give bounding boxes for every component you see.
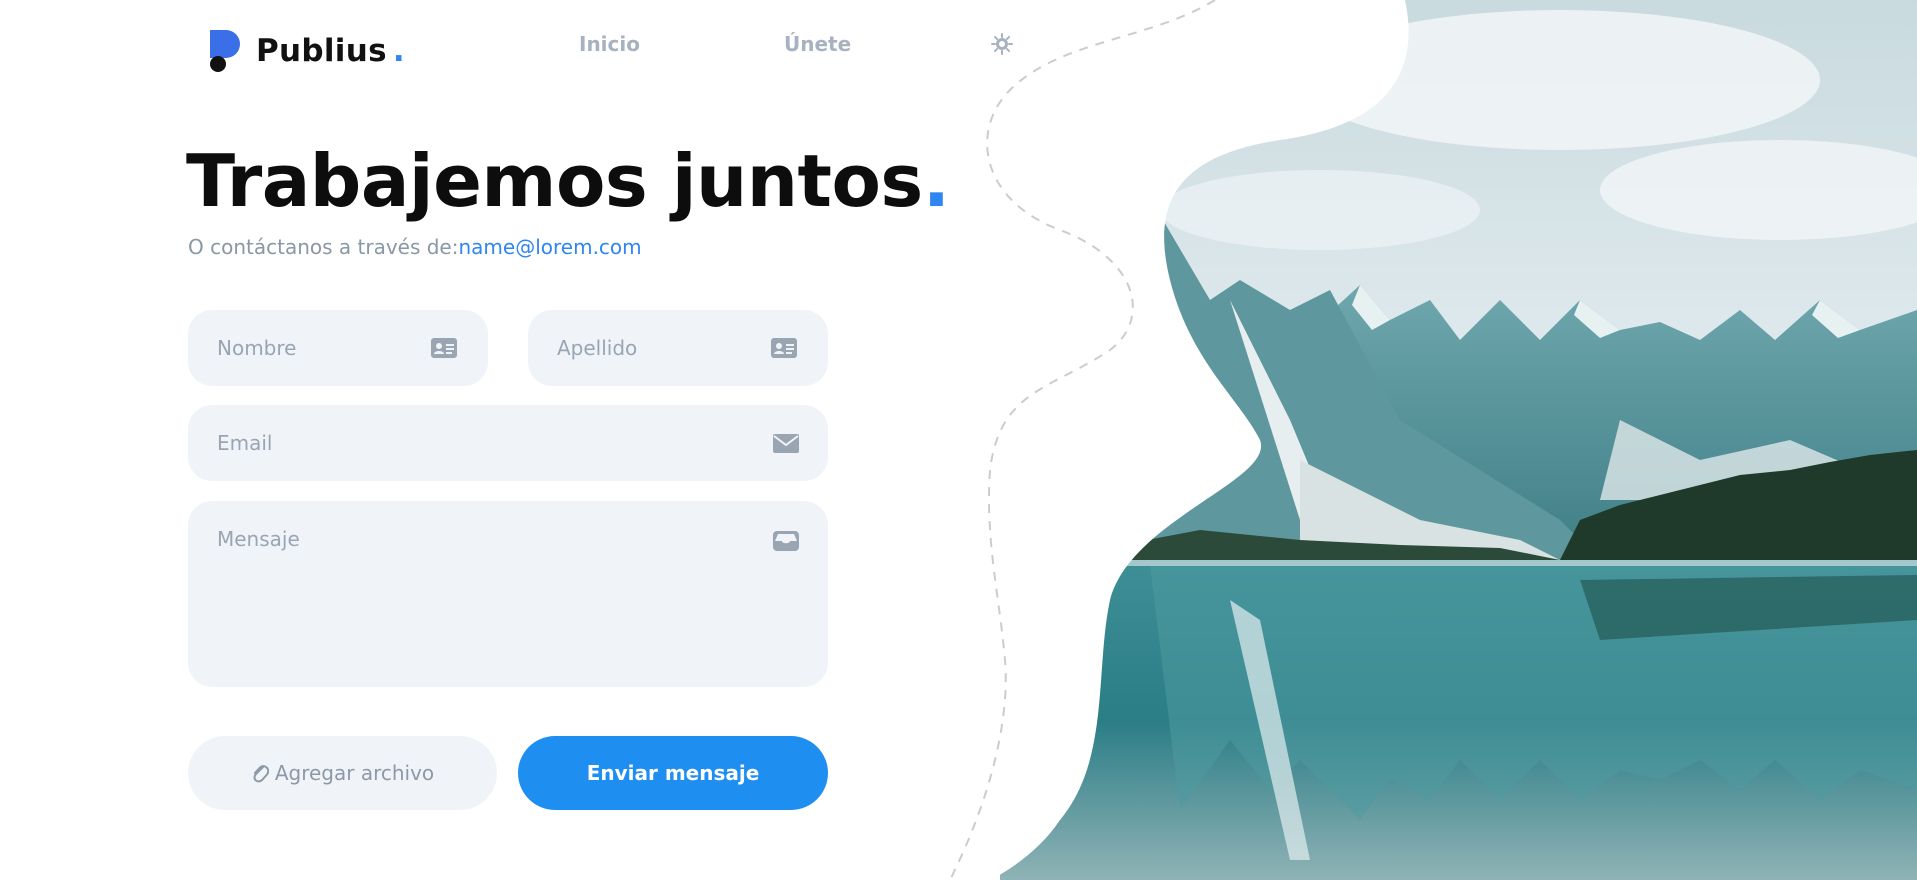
contact-page: Publius . Inicio Únete Trabajemos juntos… <box>0 0 1917 880</box>
contact-subtitle: O contáctanos a través de:name@lorem.com <box>188 235 642 259</box>
last-name-input[interactable] <box>528 310 828 386</box>
page-title-dot: . <box>922 139 950 223</box>
page-title-text: Trabajemos juntos <box>186 139 923 223</box>
page-title: Trabajemos juntos. <box>186 138 950 224</box>
brand-name: Publius <box>256 33 387 69</box>
attach-file-button[interactable]: Agregar archivo <box>188 736 497 810</box>
brand-dot: . <box>392 33 405 69</box>
nav-link-inicio[interactable]: Inicio <box>579 32 640 56</box>
attach-file-label: Agregar archivo <box>274 761 435 785</box>
send-message-label: Enviar mensaje <box>586 761 760 785</box>
nav-link-unete[interactable]: Únete <box>784 32 851 56</box>
subtitle-text: O contáctanos a través de: <box>188 235 459 259</box>
paperclip-icon <box>253 765 269 783</box>
email-input[interactable] <box>188 405 828 481</box>
send-message-button[interactable]: Enviar mensaje <box>518 736 828 810</box>
first-name-field <box>188 310 488 386</box>
theme-toggle-button[interactable] <box>990 32 1014 56</box>
sun-icon <box>991 33 1013 55</box>
brand-logo[interactable]: Publius . <box>208 28 405 74</box>
last-name-field <box>528 310 828 386</box>
first-name-input[interactable] <box>188 310 488 386</box>
message-textarea[interactable] <box>188 501 828 687</box>
email-field <box>188 405 828 481</box>
logo-mark <box>208 28 242 74</box>
contact-email-link[interactable]: name@lorem.com <box>458 235 641 259</box>
message-field <box>188 501 828 687</box>
